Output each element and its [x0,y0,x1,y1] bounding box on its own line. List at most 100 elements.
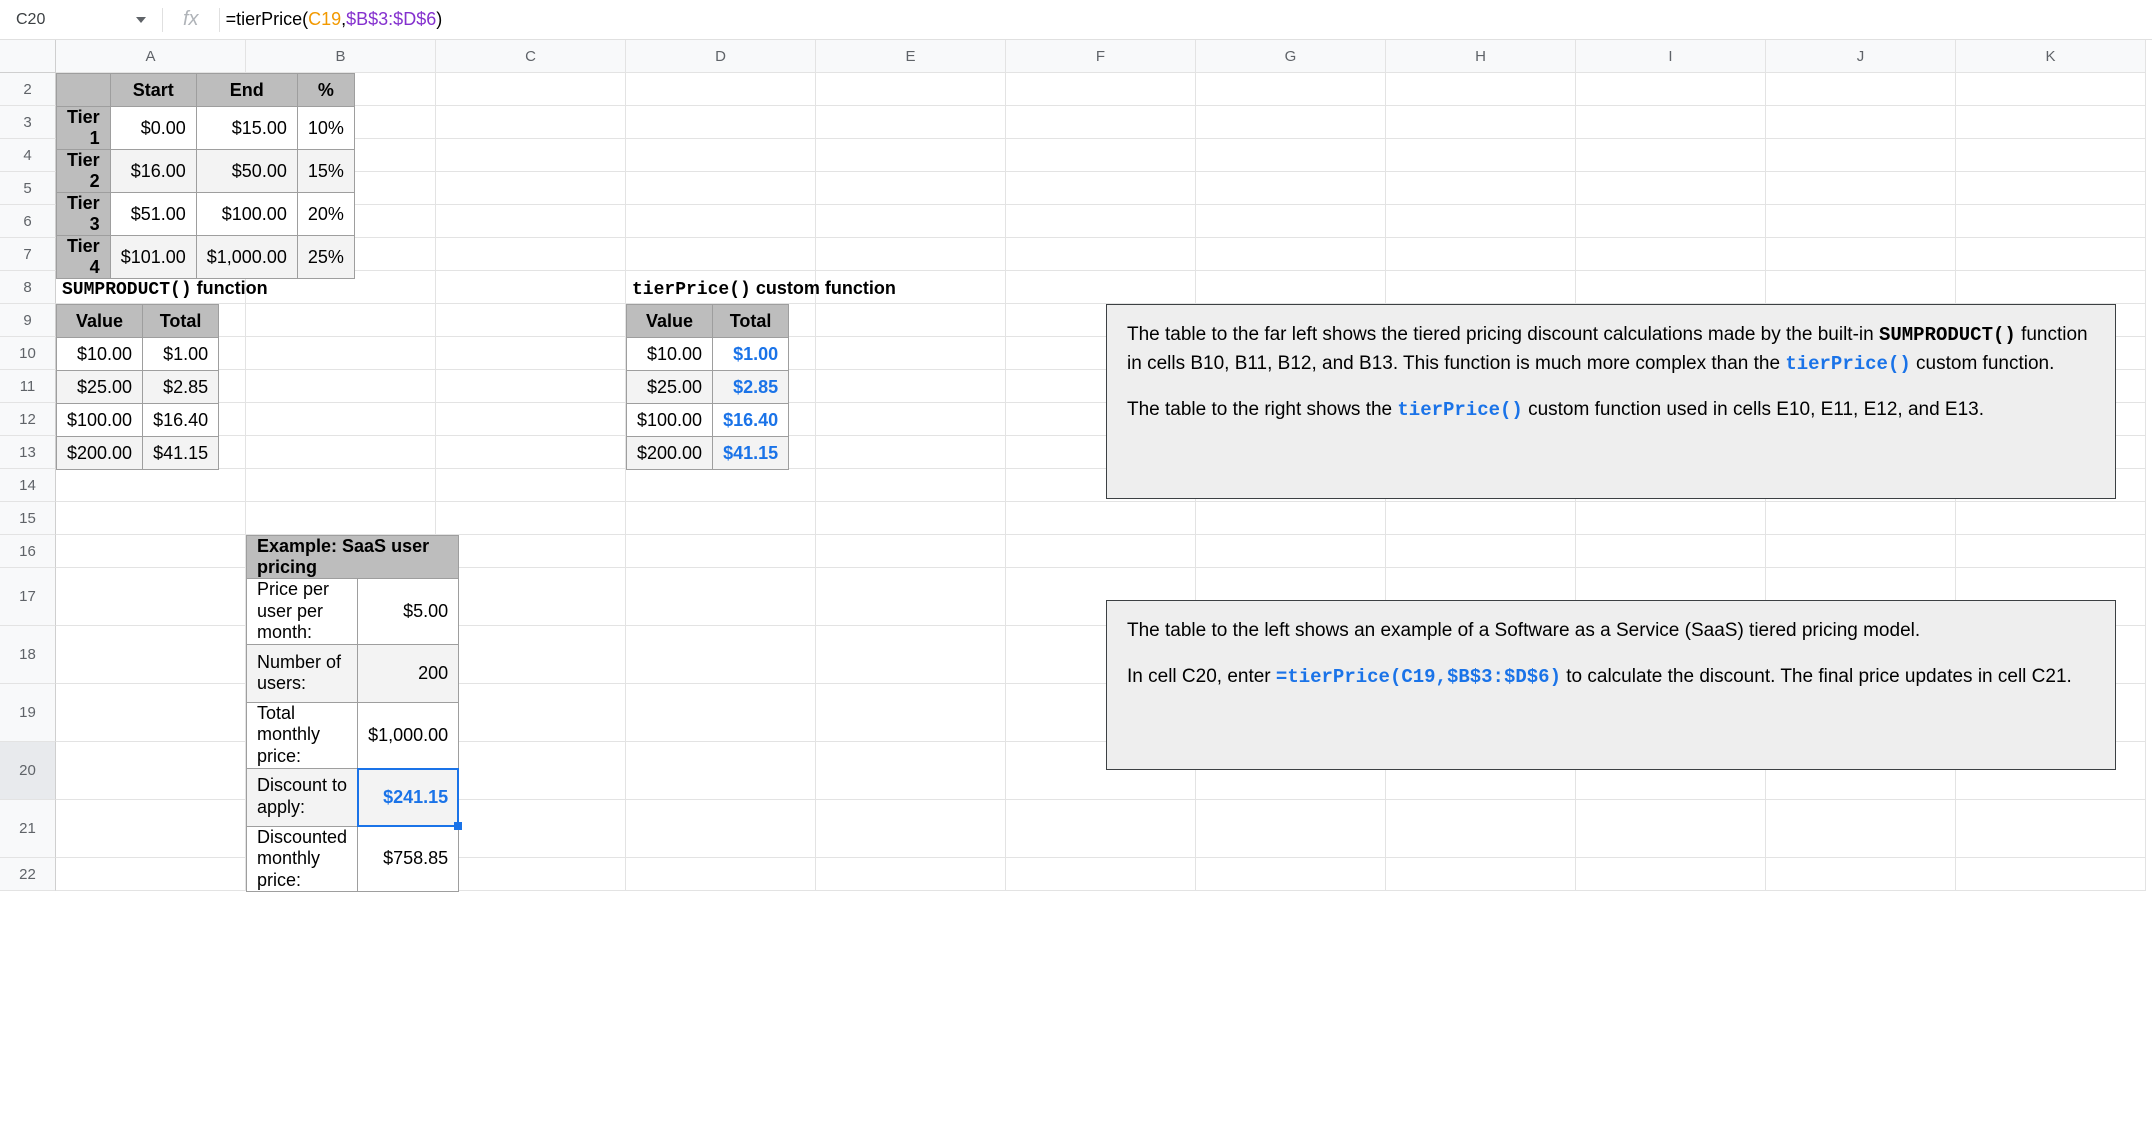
select-all-corner[interactable] [0,40,56,73]
cell-G5[interactable] [1196,172,1386,205]
cell-K22[interactable] [1956,858,2146,891]
cell-H22[interactable] [1386,858,1576,891]
cell-K4[interactable] [1956,139,2146,172]
cell-E10[interactable] [816,337,1006,370]
cell-A22[interactable] [56,858,246,891]
column-header-G[interactable]: G [1196,40,1386,73]
cell-H15[interactable] [1386,502,1576,535]
cell-F16[interactable] [1006,535,1196,568]
cell-I4[interactable] [1576,139,1766,172]
column-header-C[interactable]: C [436,40,626,73]
row-header-17[interactable]: 17 [0,568,56,626]
cell-E19[interactable] [816,684,1006,742]
cell-K16[interactable] [1956,535,2146,568]
cell-C6[interactable] [436,205,626,238]
row-header-15[interactable]: 15 [0,502,56,535]
selection-handle-icon[interactable] [454,822,462,830]
tier-start[interactable]: $0.00 [110,107,196,150]
cell-E5[interactable] [816,172,1006,205]
column-header-J[interactable]: J [1766,40,1956,73]
row-header-19[interactable]: 19 [0,684,56,742]
cell-B10[interactable] [246,337,436,370]
cell-J4[interactable] [1766,139,1956,172]
cell-G6[interactable] [1196,205,1386,238]
column-header-B[interactable]: B [246,40,436,73]
cell-D6[interactable] [626,205,816,238]
cell-E9[interactable] [816,304,1006,337]
cell-E12[interactable] [816,403,1006,436]
cell-I3[interactable] [1576,106,1766,139]
cell-J7[interactable] [1766,238,1956,271]
tp-value[interactable]: $25.00 [627,371,713,404]
formula-input[interactable]: = tierPrice ( C19 , $B$3:$D$6 ) [226,5,2146,35]
cell-D20[interactable] [626,742,816,800]
cell-E21[interactable] [816,800,1006,858]
cell-B12[interactable] [246,403,436,436]
cell-I6[interactable] [1576,205,1766,238]
tier-start[interactable]: $16.00 [110,150,196,193]
cell-I5[interactable] [1576,172,1766,205]
row-header-21[interactable]: 21 [0,800,56,858]
cell-C22[interactable] [436,858,626,891]
cell-C9[interactable] [436,304,626,337]
column-header-K[interactable]: K [1956,40,2146,73]
saas-row-value[interactable]: 200 [358,644,459,702]
sp-value[interactable]: $25.00 [57,371,143,404]
cell-E13[interactable] [816,436,1006,469]
row-header-14[interactable]: 14 [0,469,56,502]
cell-K21[interactable] [1956,800,2146,858]
cell-E8[interactable] [816,271,1006,304]
sp-total[interactable]: $41.15 [143,437,219,470]
tier-pct[interactable]: 25% [297,236,354,279]
sp-total[interactable]: $1.00 [143,338,219,371]
cell-F22[interactable] [1006,858,1196,891]
cell-K2[interactable] [1956,73,2146,106]
name-box[interactable]: C20 [6,5,156,35]
cell-K7[interactable] [1956,238,2146,271]
column-header-F[interactable]: F [1006,40,1196,73]
cell-G21[interactable] [1196,800,1386,858]
cell-H8[interactable] [1386,271,1576,304]
cell-G22[interactable] [1196,858,1386,891]
cell-A21[interactable] [56,800,246,858]
cell-E14[interactable] [816,469,1006,502]
cell-I2[interactable] [1576,73,1766,106]
cell-D2[interactable] [626,73,816,106]
tier-pct[interactable]: 20% [297,193,354,236]
tier-start[interactable]: $101.00 [110,236,196,279]
cell-C20[interactable]: $241.15 [358,768,459,826]
cell-J2[interactable] [1766,73,1956,106]
row-header-18[interactable]: 18 [0,626,56,684]
column-header-D[interactable]: D [626,40,816,73]
cell-C19[interactable] [436,684,626,742]
cell-E2[interactable] [816,73,1006,106]
saas-row-value[interactable]: $758.85 [358,826,459,892]
saas-row-value[interactable]: $5.00 [358,579,459,645]
row-header-2[interactable]: 2 [0,73,56,106]
cell-C3[interactable] [436,106,626,139]
row-header-5[interactable]: 5 [0,172,56,205]
cell-K8[interactable] [1956,271,2146,304]
row-header-7[interactable]: 7 [0,238,56,271]
cell-E20[interactable] [816,742,1006,800]
cell-G15[interactable] [1196,502,1386,535]
cell-C2[interactable] [436,73,626,106]
tier-end[interactable]: $15.00 [196,107,297,150]
cell-C16[interactable] [436,535,626,568]
cell-A14[interactable] [56,469,246,502]
cell-B9[interactable] [246,304,436,337]
cell-F6[interactable] [1006,205,1196,238]
cell-F7[interactable] [1006,238,1196,271]
cell-H5[interactable] [1386,172,1576,205]
saas-row-value[interactable]: $1,000.00 [358,702,459,768]
cell-E17[interactable] [816,568,1006,626]
cell-H21[interactable] [1386,800,1576,858]
cell-F3[interactable] [1006,106,1196,139]
chevron-down-icon[interactable] [136,17,146,23]
cell-E6[interactable] [816,205,1006,238]
cell-G8[interactable] [1196,271,1386,304]
cell-C8[interactable] [436,271,626,304]
tier-pct[interactable]: 15% [297,150,354,193]
cell-D16[interactable] [626,535,816,568]
cell-J5[interactable] [1766,172,1956,205]
